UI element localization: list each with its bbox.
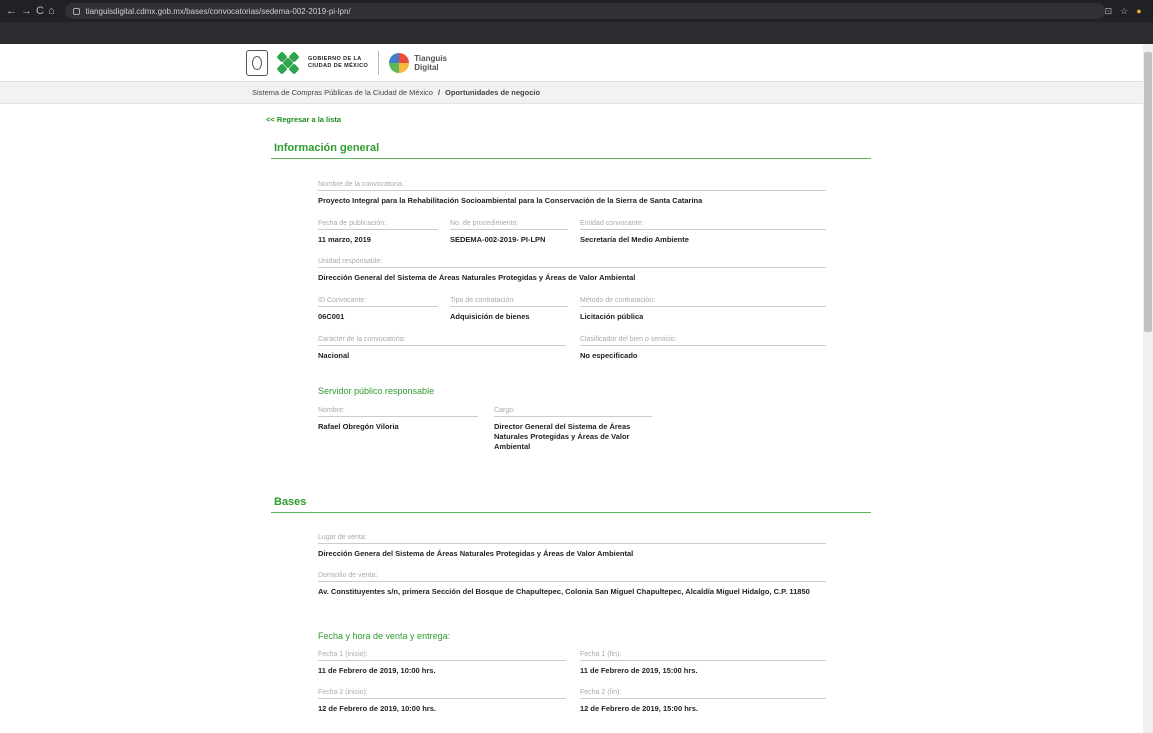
field-unidad-responsable: Unidad responsable: Dirección General de…	[318, 258, 826, 283]
info-general-rule	[271, 158, 871, 159]
forward-arrow-icon[interactable]: →	[21, 5, 32, 17]
field-no-procedimiento: No. de procedimiento: SEDEMA-002-2019- P…	[450, 220, 568, 245]
field-entidad-convocante: Entidad convocante: Secretaría del Medio…	[580, 220, 826, 245]
browser-actions: ⊡ ☆ ● ⋮	[1105, 6, 1153, 17]
url-text: tianguisdigital.cdmx.gob.mx/bases/convoc…	[85, 6, 351, 16]
info-general-title: Información general	[274, 142, 380, 154]
back-arrow-icon[interactable]: ←	[6, 5, 17, 17]
breadcrumb-root[interactable]: Sistema de Compras Públicas de la Ciudad…	[252, 88, 433, 97]
bookmark-star-icon[interactable]: ☆	[1120, 6, 1128, 17]
field-tipo-contratacion: Tipo de contratación: Adquisición de bie…	[450, 297, 568, 322]
site-header: GOBIERNO DE LA CIUDAD DE MÉXICO Tianguis…	[0, 44, 1153, 82]
field-fecha2-inicio: Fecha 2 (inicio): 12 de Febrero de 2019,…	[318, 689, 566, 714]
reload-icon[interactable]: C	[36, 5, 44, 17]
address-bar[interactable]: tianguisdigital.cdmx.gob.mx/bases/convoc…	[64, 3, 1105, 19]
gobierno-text: GOBIERNO DE LA CIUDAD DE MÉXICO	[308, 55, 369, 69]
browser-strip	[0, 22, 1153, 44]
field-domicilio-venta: Domicilio de venta: Av. Constituyentes s…	[318, 572, 826, 597]
home-icon[interactable]: ⌂	[48, 5, 55, 17]
page-scrollbar[interactable]	[1143, 44, 1153, 733]
logo-divider	[378, 50, 380, 75]
field-fecha2-fin: Fecha 2 (fin): 12 de Febrero de 2019, 15…	[580, 689, 826, 714]
back-to-list-link[interactable]: << Regresar a la lista	[266, 115, 341, 124]
field-nombre-servidor: Nombre: Rafael Obregón Viloria	[318, 407, 478, 432]
tianguis-text: Tianguis Digital	[414, 53, 447, 72]
breadcrumb-current: Oportunidades de negocio	[445, 88, 541, 97]
scrollbar-thumb[interactable]	[1144, 52, 1152, 332]
servidor-publico-title: Servidor público responsable	[318, 386, 435, 396]
bases-rule	[271, 512, 871, 513]
mexico-coat-of-arms-icon	[246, 49, 268, 76]
tianguis-mark-icon	[389, 52, 410, 73]
browser-toolbar: ← → C ⌂ tianguisdigital.cdmx.gob.mx/base…	[0, 0, 1153, 22]
field-id-convocante: ID Convocante: 06C001	[318, 297, 438, 322]
field-lugar-venta: Lugar de venta: Dirección Genera del Sis…	[318, 534, 826, 559]
breadcrumb-separator: /	[437, 88, 441, 97]
field-caracter-convocatoria: Carácter de la convocatoria: Nacional	[318, 336, 566, 361]
field-clasificador: Clasificador del bien o servicio: No esp…	[580, 336, 826, 361]
field-fecha1-fin: Fecha 1 (fin): 11 de Febrero de 2019, 15…	[580, 651, 826, 676]
lock-icon	[72, 7, 80, 15]
cast-icon[interactable]: ⊡	[1105, 6, 1113, 17]
field-fecha-publicacion: Fecha de publicación: 11 marzo, 2019	[318, 220, 438, 245]
cdmx-mark-icon	[276, 50, 304, 76]
field-nombre-convocatoria: Nombre de la convocatoria: Proyecto Inte…	[318, 181, 826, 206]
bases-title: Bases	[274, 496, 307, 508]
extension-icon[interactable]: ●	[1136, 6, 1141, 17]
gobierno-cdmx-logo[interactable]: GOBIERNO DE LA CIUDAD DE MÉXICO	[276, 50, 368, 76]
breadcrumb: Sistema de Compras Públicas de la Ciudad…	[0, 82, 1153, 104]
field-cargo: Cargo: Director General del Sistema de Á…	[494, 407, 652, 452]
field-fecha1-inicio: Fecha 1 (inicio): 11 de Febrero de 2019,…	[318, 651, 566, 676]
field-metodo-contratacion: Método de contratación: Licitación públi…	[580, 297, 826, 322]
tianguis-digital-logo[interactable]: Tianguis Digital	[389, 52, 447, 73]
fechas-venta-title: Fecha y hora de venta y entrega:	[318, 631, 451, 641]
